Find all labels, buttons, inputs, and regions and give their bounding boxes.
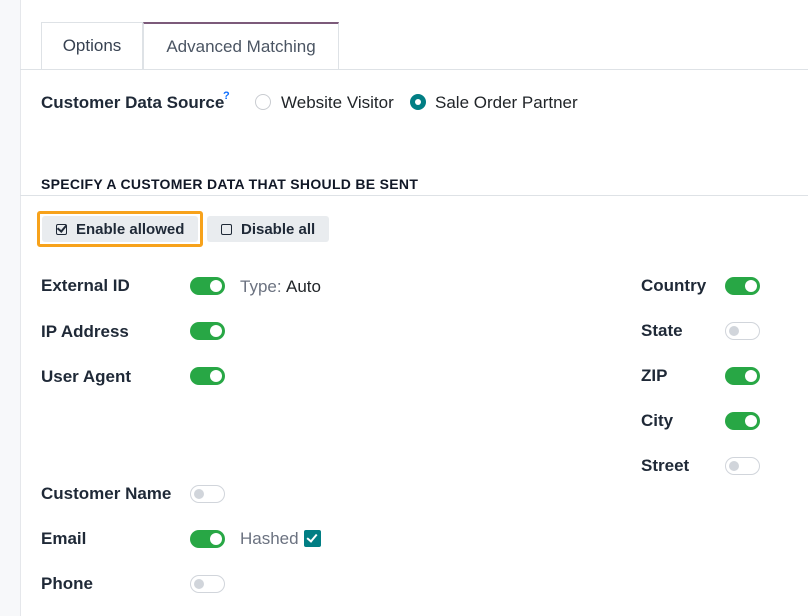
field-label-ip-address: IP Address — [41, 322, 129, 341]
hashed-label: Hashed — [240, 529, 299, 548]
field-label-user-agent: User Agent — [41, 367, 132, 386]
radio-website-visitor[interactable] — [255, 94, 271, 110]
field-label-city: City — [641, 411, 674, 430]
toggle-ip-address[interactable] — [190, 322, 225, 340]
toggle-phone[interactable] — [190, 575, 225, 593]
type-value[interactable]: Auto — [286, 277, 321, 297]
field-label-state: State — [641, 321, 683, 340]
disable-all-button[interactable]: Disable all — [207, 216, 329, 242]
toggle-external-id[interactable] — [190, 277, 225, 295]
toggle-email[interactable] — [190, 530, 225, 548]
toggle-city[interactable] — [725, 412, 760, 430]
field-label-country: Country — [641, 276, 707, 295]
radio-website-visitor-label[interactable]: Website Visitor — [281, 93, 394, 113]
field-label-phone: Phone — [41, 574, 93, 593]
disable-all-label: Disable all — [241, 220, 316, 238]
check-square-icon — [56, 223, 67, 235]
radio-sale-order-partner[interactable] — [410, 94, 426, 110]
type-label: Type: — [240, 277, 282, 296]
field-label-external-id: External ID — [41, 276, 130, 295]
toggle-zip[interactable] — [725, 367, 760, 385]
tab-divider — [20, 69, 808, 70]
field-label-email: Email — [41, 529, 87, 548]
hashed-checkbox[interactable] — [304, 530, 321, 547]
toggle-customer-name[interactable] — [190, 485, 225, 503]
left-sidebar-edge — [0, 0, 21, 616]
section-title: SPECIFY A CUSTOMER DATA THAT SHOULD BE S… — [41, 176, 419, 192]
field-label-street: Street — [641, 456, 690, 475]
enable-allowed-button[interactable]: Enable allowed — [42, 216, 198, 242]
field-label-zip: ZIP — [641, 366, 668, 385]
toggle-state[interactable] — [725, 322, 760, 340]
radio-sale-order-partner-label[interactable]: Sale Order Partner — [435, 93, 578, 113]
tab-options[interactable]: Options — [41, 22, 143, 69]
tab-advanced-matching[interactable]: Advanced Matching — [143, 22, 339, 70]
field-label-customer-name: Customer Name — [41, 484, 172, 503]
toggle-user-agent[interactable] — [190, 367, 225, 385]
enable-allowed-label: Enable allowed — [76, 220, 185, 238]
square-icon — [221, 223, 232, 235]
customer-data-source-label: Customer Data Source — [41, 93, 225, 112]
section-divider — [20, 195, 808, 196]
toggle-country[interactable] — [725, 277, 760, 295]
help-tooltip-icon[interactable]: ? — [223, 90, 230, 102]
toggle-street[interactable] — [725, 457, 760, 475]
